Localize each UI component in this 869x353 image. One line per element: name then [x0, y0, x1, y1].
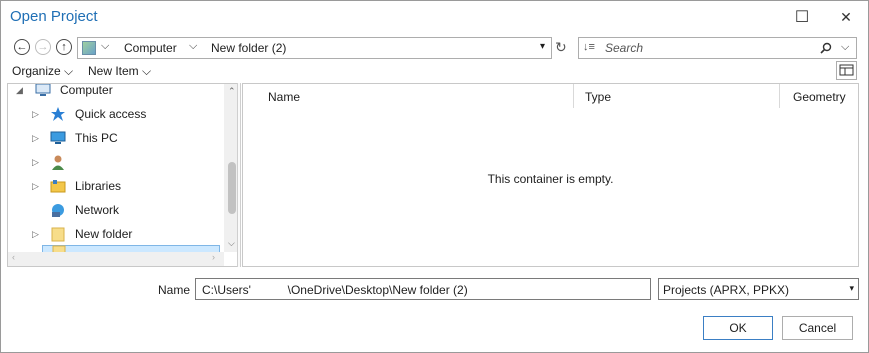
organize-label: Organize: [12, 64, 61, 78]
tree-item-label: This PC: [75, 131, 118, 145]
tree-item-label: Computer: [60, 83, 113, 97]
expand-icon[interactable]: ▷: [32, 157, 39, 168]
maximize-button[interactable]: ☐: [791, 7, 813, 27]
user-icon: [50, 154, 66, 170]
tree-item-user[interactable]: ▷: [8, 151, 218, 173]
ok-button[interactable]: OK: [703, 316, 773, 340]
new-item-chevron-icon: ⌵: [142, 64, 152, 78]
search-icon[interactable]: [820, 42, 832, 54]
location-chevron-icon[interactable]: ⌵: [101, 40, 109, 53]
folder-icon: [50, 226, 66, 242]
column-divider[interactable]: [779, 84, 780, 108]
pane-splitter[interactable]: [237, 83, 241, 267]
close-button[interactable]: ✕: [835, 7, 857, 27]
column-header-name[interactable]: Name: [268, 90, 300, 104]
expand-icon[interactable]: ▷: [32, 109, 39, 120]
tree-horizontal-scrollbar[interactable]: ‹ ›: [8, 252, 224, 266]
view-layout-button[interactable]: [836, 61, 857, 80]
address-bar[interactable]: ⌵ Computer ⌵ New folder (2) ▾: [77, 37, 552, 59]
tree-item-quick-access[interactable]: ▷ Quick access: [8, 103, 218, 125]
search-box[interactable]: ↓≡ ⌵: [578, 37, 857, 59]
back-arrow-icon: ←: [16, 41, 28, 53]
tree-item-label: Network: [75, 203, 120, 217]
organize-chevron-icon: ⌵: [64, 64, 74, 78]
sort-icon[interactable]: ↓≡: [583, 41, 595, 53]
breadcrumb-chevron-icon[interactable]: ⌵: [189, 40, 197, 53]
computer-icon: [35, 84, 51, 98]
location-icon: [82, 41, 96, 55]
name-label: Name: [158, 283, 191, 297]
scroll-right-icon[interactable]: ›: [212, 252, 215, 262]
expand-icon[interactable]: ▷: [32, 181, 39, 192]
collapse-icon[interactable]: ◢: [16, 85, 23, 96]
search-input[interactable]: [605, 40, 805, 56]
maximize-icon: ☐: [794, 9, 810, 26]
new-item-menu[interactable]: New Item ⌵: [88, 64, 151, 79]
tree-item-new-folder[interactable]: ▷ New folder: [8, 223, 218, 245]
organize-menu[interactable]: Organize ⌵: [12, 64, 73, 79]
dialog-title: Open Project: [10, 8, 98, 25]
breadcrumb-new-folder-2[interactable]: New folder (2): [211, 41, 286, 55]
search-options-chevron-icon[interactable]: ⌵: [841, 41, 849, 54]
scroll-left-icon[interactable]: ‹: [12, 252, 15, 262]
star-icon: [50, 106, 66, 122]
forward-button[interactable]: →: [35, 39, 51, 55]
empty-message: This container is empty.: [487, 172, 614, 186]
scrollbar-thumb[interactable]: [228, 162, 236, 214]
up-arrow-icon: ↑: [61, 41, 67, 53]
library-icon: [50, 178, 66, 194]
tree-item-computer[interactable]: ◢ Computer: [8, 83, 218, 101]
tree-item-label: Quick access: [75, 107, 147, 121]
cancel-button[interactable]: Cancel: [782, 316, 853, 340]
network-icon: [50, 202, 66, 218]
close-icon: ✕: [840, 8, 852, 25]
monitor-icon: [50, 130, 66, 146]
dropdown-arrow-icon: ▾: [849, 283, 854, 293]
refresh-icon[interactable]: ↻: [555, 39, 567, 56]
forward-arrow-icon: →: [37, 41, 49, 53]
address-dropdown-icon[interactable]: ▾: [540, 41, 545, 52]
tree-item-libraries[interactable]: ▷ Libraries: [8, 175, 218, 197]
expand-icon[interactable]: ▷: [32, 133, 39, 144]
tree-item-label: New folder: [75, 227, 133, 241]
breadcrumb-computer[interactable]: Computer: [124, 41, 177, 55]
open-project-dialog: Open Project ☐ ✕ ← → ↑ ⌵ Computer ⌵ New …: [0, 0, 869, 353]
view-layout-icon: [839, 64, 854, 76]
column-divider[interactable]: [573, 84, 574, 108]
file-list[interactable]: Name Type Geometry This container is emp…: [242, 83, 859, 267]
tree-item-this-pc[interactable]: ▷ This PC: [8, 127, 218, 149]
column-header-geometry[interactable]: Geometry: [793, 90, 846, 104]
expand-icon[interactable]: ▷: [32, 229, 39, 240]
up-button[interactable]: ↑: [56, 39, 72, 55]
new-item-label: New Item: [88, 64, 139, 78]
name-field[interactable]: C:\Users' \OneDrive\Desktop\New folder (…: [195, 278, 651, 300]
column-header-type[interactable]: Type: [585, 90, 611, 104]
tree-item-label: Libraries: [75, 179, 122, 193]
file-type-select[interactable]: Projects (APRX, PPKX) ▾: [658, 278, 859, 300]
scroll-up-icon[interactable]: ⌃: [228, 86, 236, 97]
tree-item-network[interactable]: Network: [8, 199, 218, 221]
scroll-down-icon[interactable]: ⌵: [228, 238, 235, 249]
file-type-value: Projects (APRX, PPKX): [663, 283, 790, 297]
back-button[interactable]: ←: [14, 39, 30, 55]
navigation-tree[interactable]: ◢ Computer ▷ Quick access ▷ This PC ▷ ▷ …: [7, 83, 240, 267]
